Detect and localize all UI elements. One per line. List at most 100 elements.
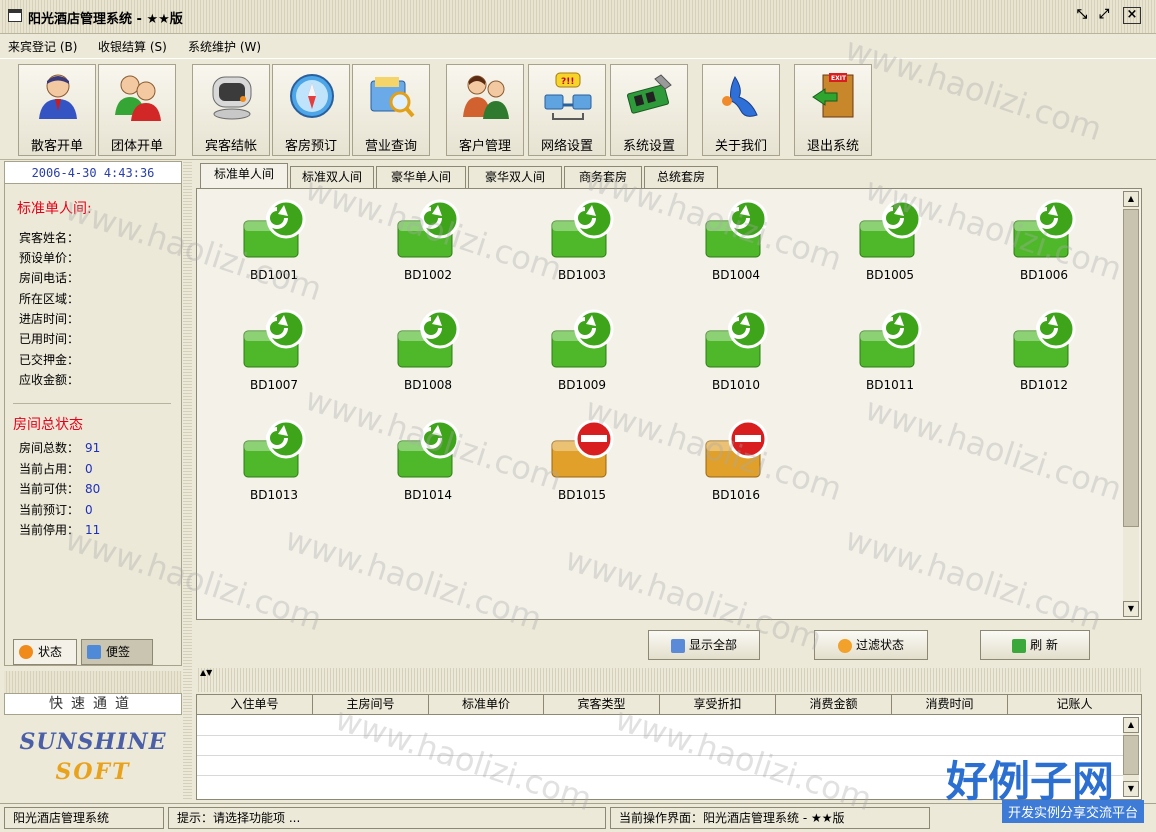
room-tile[interactable]: BD1015: [527, 419, 627, 519]
room-tile[interactable]: BD1012: [989, 309, 1089, 409]
room-number: BD1001: [249, 268, 298, 282]
collapse-arrows-icon[interactable]: ▲▼: [200, 668, 212, 677]
clock-display: 2006-4-30 4:43:36: [5, 162, 181, 184]
status-reserved: 当前预订： 0: [19, 501, 93, 518]
room-number: BD1013: [249, 488, 298, 502]
room-tile[interactable]: BD1014: [373, 419, 473, 519]
toolbar-label: 关于我们: [714, 139, 767, 154]
toolbar-label: 系统设置: [622, 139, 675, 154]
room-tile[interactable]: BD1006: [989, 199, 1089, 299]
room-number: BD1008: [403, 378, 452, 392]
status-value: 11: [85, 523, 101, 537]
column-header[interactable]: 宾客类型: [544, 695, 660, 715]
tab-deluxe-single[interactable]: 豪华单人间: [376, 166, 466, 188]
show-all-button[interactable]: 显示全部: [648, 630, 760, 660]
booking-button[interactable]: 客房预订: [272, 64, 350, 156]
toolbar: 散客开单 团体开单 宾客结帐 客房预订 营业查询 客户管理 ?!! 网络设置 系…: [0, 58, 1156, 160]
column-header[interactable]: 标准单价: [429, 695, 544, 715]
scroll-thumb[interactable]: [1123, 209, 1139, 527]
menu-bar: 来宾登记 (B) 收银结算 (S) 系统维护 (W): [0, 34, 1156, 58]
quick-channel: 快速通道 SUNSHINE SOFT: [4, 671, 182, 801]
customer-button[interactable]: 客户管理: [446, 64, 524, 156]
room-tile[interactable]: BD1003: [527, 199, 627, 299]
room-tile[interactable]: BD1016: [681, 419, 781, 519]
horizontal-splitter[interactable]: ▲▼: [196, 668, 1142, 692]
maximize-icon[interactable]: ⤢: [1095, 7, 1113, 24]
table-scrollbar[interactable]: ▲ ▼: [1123, 717, 1139, 797]
room-scrollbar[interactable]: ▲ ▼: [1123, 191, 1139, 617]
column-header[interactable]: 享受折扣: [660, 695, 776, 715]
tab-business-suite[interactable]: 商务套房: [564, 166, 642, 188]
room-disabled-icon: [551, 419, 614, 478]
status-label: 当前预订：: [19, 503, 80, 517]
room-tile[interactable]: BD1010: [681, 309, 781, 409]
room-number: BD1007: [249, 378, 298, 392]
column-header[interactable]: 主房间号: [313, 695, 429, 715]
room-number: BD1016: [711, 488, 760, 502]
exit-button[interactable]: EXIT 退出系统: [794, 64, 872, 156]
tab-presidential-suite[interactable]: 总统套房: [644, 166, 718, 188]
scroll-up-icon[interactable]: ▲: [1123, 191, 1139, 207]
scroll-down-icon[interactable]: ▼: [1123, 601, 1139, 617]
restore-icon[interactable]: ⤡: [1073, 7, 1091, 24]
tab-notes[interactable]: 便签: [81, 639, 153, 665]
room-available-icon: [859, 309, 922, 368]
room-tile[interactable]: BD1013: [219, 419, 319, 519]
room-tile[interactable]: BD1001: [219, 199, 319, 299]
checkout-button[interactable]: 宾客结帐: [192, 64, 270, 156]
menu-cashier[interactable]: 收银结算 (S): [98, 38, 167, 55]
room-available-icon: [551, 309, 614, 368]
status-occupied: 当前占用： 0: [19, 460, 93, 477]
toolbar-label: 团体开单: [110, 139, 163, 154]
filter-status-label: 过滤状态: [855, 638, 904, 652]
query-button[interactable]: 营业查询: [352, 64, 430, 156]
close-icon[interactable]: ×: [1123, 7, 1141, 24]
about-button[interactable]: 关于我们: [702, 64, 780, 156]
status-icon: [19, 645, 33, 659]
menu-checkin[interactable]: 来宾登记 (B): [8, 38, 77, 55]
room-tile[interactable]: BD1011: [835, 309, 935, 409]
column-header[interactable]: 入住单号: [197, 695, 313, 715]
table-header: 入住单号 主房间号 标准单价 宾客类型 享受折扣 消费金额 消费时间 记账人: [197, 695, 1141, 715]
room-number: BD1010: [711, 378, 760, 392]
column-header[interactable]: 记账人: [1008, 695, 1141, 715]
tab-deluxe-double[interactable]: 豪华双人间: [468, 166, 562, 188]
group-guest-icon: [115, 75, 161, 121]
column-header[interactable]: 消费时间: [892, 695, 1008, 715]
group-guest-button[interactable]: 团体开单: [98, 64, 176, 156]
room-tile[interactable]: BD1004: [681, 199, 781, 299]
filter-status-button[interactable]: 过滤状态: [814, 630, 928, 660]
tab-standard-single[interactable]: 标准单人间: [200, 163, 288, 189]
room-tile[interactable]: BD1007: [219, 309, 319, 409]
network-icon: ?!!: [544, 72, 592, 120]
room-number: BD1011: [865, 378, 914, 392]
column-header[interactable]: 消费金额: [776, 695, 892, 715]
refresh-button[interactable]: 刷 新: [980, 630, 1090, 660]
network-button[interactable]: ?!! 网络设置: [528, 64, 606, 156]
scroll-down-icon[interactable]: ▼: [1123, 781, 1139, 797]
tab-status[interactable]: 状态: [13, 639, 77, 665]
room-tile[interactable]: BD1002: [373, 199, 473, 299]
scroll-up-icon[interactable]: ▲: [1123, 717, 1139, 733]
toolbar-label: 营业查询: [364, 139, 417, 154]
room-available-icon: [397, 199, 460, 258]
settings-button[interactable]: 系统设置: [610, 64, 688, 156]
status-disabled: 当前停用： 11: [19, 521, 100, 538]
tab-standard-double[interactable]: 标准双人间: [290, 166, 374, 188]
status-label: 当前占用：: [19, 462, 80, 476]
vertical-splitter[interactable]: [183, 161, 192, 801]
room-tile[interactable]: BD1008: [373, 309, 473, 409]
toolbar-label: 宾客结帐: [204, 139, 257, 154]
booking-icon: [290, 74, 334, 118]
status-value: 0: [85, 462, 93, 476]
room-number: BD1014: [403, 488, 452, 502]
row-line: [197, 735, 1125, 736]
room-tile[interactable]: BD1005: [835, 199, 935, 299]
single-guest-button[interactable]: 散客开单: [18, 64, 96, 156]
scroll-thumb[interactable]: [1123, 735, 1139, 775]
menu-maintenance[interactable]: 系统维护 (W): [188, 38, 261, 55]
room-phone-field: 房间电话：: [19, 271, 80, 285]
area-field: 所在区域：: [19, 292, 80, 306]
room-tile[interactable]: BD1009: [527, 309, 627, 409]
used-time-field: 已用时间：: [19, 332, 80, 346]
